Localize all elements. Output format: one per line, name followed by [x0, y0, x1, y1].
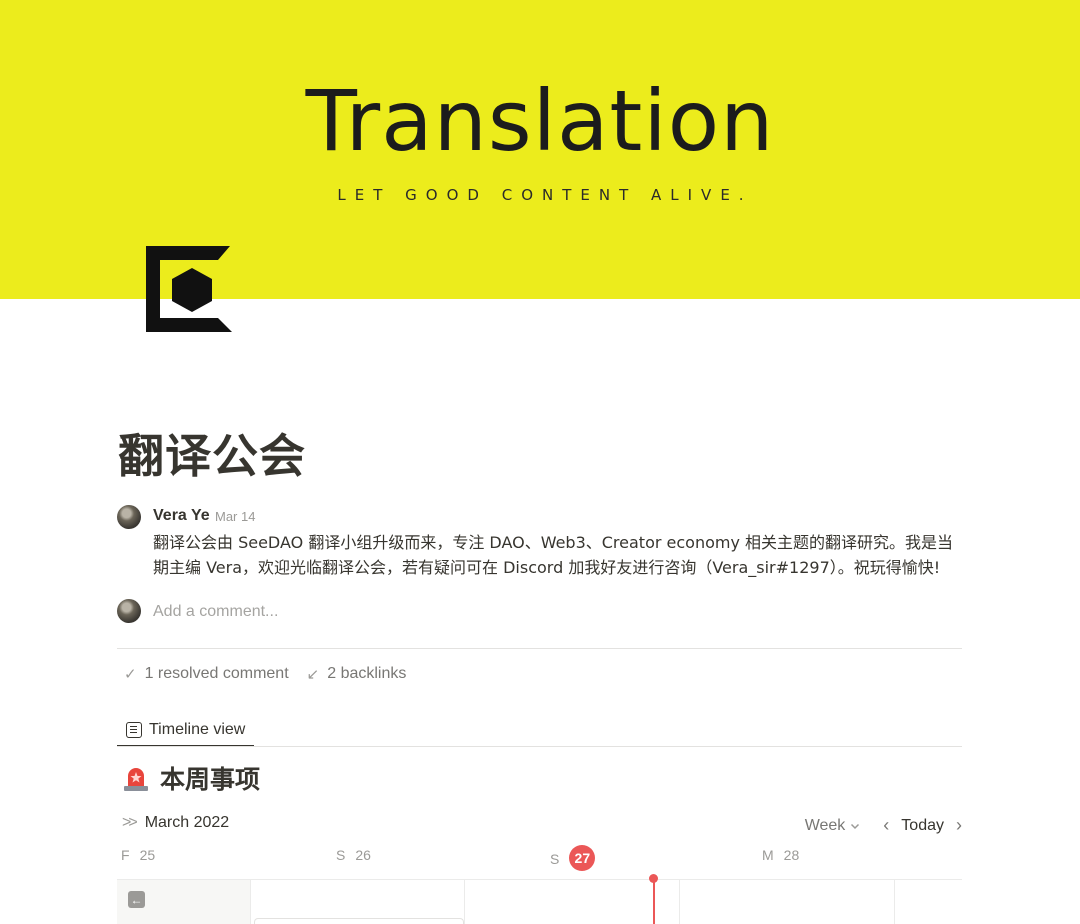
- seedao-logo-icon[interactable]: [146, 246, 232, 332]
- resolved-comments-label: 1 resolved comment: [144, 665, 289, 682]
- day-of-week: S: [336, 847, 346, 863]
- siren-icon: [122, 764, 150, 792]
- day-number: 25: [139, 847, 156, 863]
- day-header: M 28: [762, 847, 799, 863]
- timeline-controls: Week ‹ Today ›: [805, 815, 962, 836]
- database-title[interactable]: 本周事项: [122, 760, 260, 796]
- timeline-header: >> March 2022: [122, 814, 229, 832]
- timeline-column-line: [679, 880, 680, 924]
- previous-icon[interactable]: ‹: [883, 815, 889, 836]
- day-of-week: F: [121, 847, 130, 863]
- timeline-column-line: [250, 880, 251, 924]
- next-icon[interactable]: ›: [956, 815, 962, 836]
- comment-date: Mar 14: [215, 509, 256, 524]
- backlinks-link[interactable]: ↙ 2 backlinks: [307, 665, 407, 683]
- day-header: S 26: [336, 847, 371, 863]
- day-header: S 27: [550, 845, 596, 871]
- resolved-comments-link[interactable]: ✓ 1 resolved comment: [124, 665, 289, 683]
- scroll-back-icon[interactable]: ←: [128, 891, 145, 908]
- chevron-down-icon: [851, 823, 860, 829]
- today-badge: 27: [569, 845, 596, 871]
- cover-title: Translation: [305, 72, 775, 170]
- today-button[interactable]: Today: [901, 817, 944, 835]
- timeline-card[interactable]: [254, 918, 464, 924]
- day-number: 28: [783, 847, 800, 863]
- backlinks-label: 2 backlinks: [327, 665, 407, 682]
- timeline-column-line: [464, 880, 465, 924]
- timeline-view-icon: [126, 721, 142, 738]
- database-title-label: 本周事项: [160, 765, 261, 794]
- page-meta-row: ✓ 1 resolved comment ↙ 2 backlinks: [124, 665, 424, 683]
- current-time-dot: [649, 874, 658, 883]
- timeline-month: March 2022: [144, 814, 230, 831]
- timeline-scale-label: Week: [804, 816, 846, 834]
- check-icon: ✓: [124, 666, 137, 683]
- day-of-week: M: [762, 847, 774, 863]
- comment-body: 翻译公会由 SeeDAO 翻译小组升级而来，专注 DAO、Web3、Creato…: [153, 533, 954, 577]
- tab-timeline-view[interactable]: Timeline view: [117, 714, 255, 747]
- arrow-down-left-icon: ↙: [306, 666, 320, 683]
- timeline-column-line: [894, 880, 895, 924]
- tab-timeline-view-label: Timeline view: [149, 720, 246, 738]
- current-time-indicator: [653, 878, 655, 924]
- expand-sidebar-icon[interactable]: >>: [122, 814, 138, 832]
- comment-author[interactable]: Vera Ye: [153, 507, 210, 525]
- comment-author-avatar: [117, 505, 141, 529]
- view-tabs-divider: [117, 746, 962, 747]
- timeline-day-headers: F 25 S 26 S 27 M 28: [0, 845, 1080, 871]
- day-of-week: S: [550, 851, 560, 867]
- day-number: 26: [355, 847, 371, 863]
- add-comment-input[interactable]: Add a comment...: [153, 603, 278, 621]
- cover-tagline: LET GOOD CONTENT ALIVE.: [337, 186, 753, 204]
- timeline-scale-select[interactable]: Week: [805, 817, 862, 835]
- page-title[interactable]: 翻译公会: [118, 420, 306, 486]
- timeline-grid[interactable]: [117, 879, 962, 924]
- day-header: F 25: [121, 847, 155, 863]
- comments-divider: [117, 648, 962, 649]
- current-user-avatar: [117, 599, 141, 623]
